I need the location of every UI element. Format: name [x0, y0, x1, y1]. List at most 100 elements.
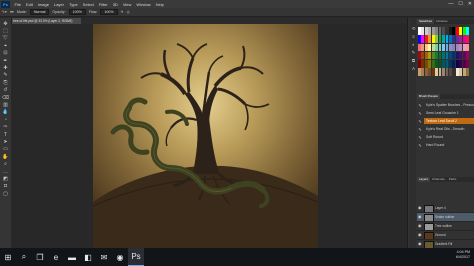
swatch[interactable] [459, 43, 463, 52]
swatch[interactable] [431, 27, 435, 35]
path-select-icon[interactable]: ➤ [2, 139, 9, 145]
swatch[interactable] [442, 51, 445, 60]
swatch[interactable] [421, 51, 425, 60]
tab-layers[interactable]: Layers [417, 177, 431, 182]
layer-row[interactable]: ◉ Layer 4 [417, 204, 474, 213]
swatch[interactable] [452, 27, 456, 35]
menu-select[interactable]: Select [80, 2, 96, 7]
swatch[interactable] [448, 43, 452, 52]
history-panel-icon[interactable]: ⟲ [411, 26, 416, 31]
swatch[interactable] [435, 68, 439, 76]
minimize-button[interactable]: — [448, 1, 453, 7]
menu-image[interactable]: Image [35, 2, 51, 7]
swatch[interactable] [418, 68, 421, 76]
swatch[interactable] [452, 68, 456, 76]
swatch[interactable] [445, 60, 449, 68]
type-icon[interactable]: T [2, 132, 9, 138]
swatch[interactable] [424, 35, 428, 43]
canvas-artwork[interactable] [93, 24, 318, 252]
brush-panel-icon[interactable]: ✎ [411, 50, 416, 55]
swatch[interactable] [445, 51, 449, 60]
zoom-icon[interactable]: ⌕ [2, 161, 9, 167]
swatch[interactable] [462, 35, 466, 43]
swatch[interactable] [445, 27, 449, 35]
swatch[interactable] [462, 51, 466, 60]
brush-tool-preset-icon[interactable]: ✎▾ [2, 10, 7, 14]
swatch[interactable] [418, 27, 421, 35]
swatch[interactable] [445, 35, 449, 43]
healing-icon[interactable]: ✚ [2, 65, 9, 71]
maximize-button[interactable]: ☐ [458, 1, 462, 7]
marquee-icon[interactable]: ⬚ [2, 28, 9, 34]
properties-panel-icon[interactable]: ≡ [411, 34, 416, 39]
swatch[interactable] [445, 43, 449, 52]
swatch[interactable] [442, 68, 445, 76]
tab-paths[interactable]: Paths [447, 177, 459, 182]
swatch[interactable] [424, 60, 428, 68]
brush-preset-item[interactable]: Kyle's Real Oils - Smooth [424, 126, 474, 132]
eye-icon[interactable]: ◉ [418, 222, 422, 230]
swatch[interactable] [459, 60, 463, 68]
swatch[interactable] [431, 51, 435, 60]
mail-icon[interactable]: ✉ [96, 248, 112, 266]
brush-icon[interactable]: ✎ [2, 72, 9, 78]
brush-preset-item[interactable]: Texture Leaf Scroll 2 [424, 118, 474, 124]
swatch[interactable] [448, 68, 452, 76]
swatch[interactable] [435, 35, 439, 43]
layer-row[interactable]: ◉ Tree outline [417, 222, 474, 231]
mode-select[interactable]: Normal [29, 9, 50, 15]
photoshop-icon[interactable]: Ps [128, 248, 144, 266]
tab-libraries[interactable]: Libraries [434, 19, 450, 24]
flow-field[interactable]: 100% [100, 9, 118, 15]
swatch[interactable] [424, 27, 428, 35]
swatch[interactable] [428, 68, 432, 76]
tab-channels[interactable]: Channels [430, 177, 447, 182]
stamp-icon[interactable]: ⎘ [2, 80, 9, 86]
swatch[interactable] [455, 60, 459, 68]
search-icon[interactable]: ⌕ [16, 248, 32, 266]
swatch[interactable] [455, 68, 459, 76]
swatch[interactable] [435, 27, 439, 35]
eyedropper-icon[interactable]: ✒ [2, 58, 9, 64]
clock-date[interactable]: 6/4/2017 [456, 255, 470, 260]
swatch[interactable] [424, 68, 428, 76]
pressure-icon[interactable]: ◎ [127, 10, 130, 14]
swatch[interactable] [421, 60, 425, 68]
pen-icon[interactable]: ✑ [2, 124, 9, 130]
swatch[interactable] [452, 60, 456, 68]
quick-mask-icon[interactable]: ◘ [2, 183, 9, 189]
brush-preset-item[interactable]: Semi Leaf Gouache 1 [424, 110, 474, 116]
swatch[interactable] [424, 51, 428, 60]
quick-select-icon[interactable]: ⌖ [2, 43, 9, 49]
layer-row[interactable]: ◉ Snake outline [417, 213, 474, 222]
folder-icon[interactable]: ▬ [64, 248, 80, 266]
swatch[interactable] [418, 43, 421, 52]
swatch[interactable] [435, 43, 439, 52]
history-brush-icon[interactable]: ↺ [2, 87, 9, 93]
menu-edit[interactable]: Edit [23, 2, 35, 7]
swatch[interactable] [466, 68, 469, 76]
blur-icon[interactable]: 💧 [2, 109, 9, 115]
menu-type[interactable]: Type [67, 2, 81, 7]
swatch[interactable] [438, 27, 442, 35]
hand-icon[interactable]: ✋ [2, 154, 9, 160]
color-fg-bg-icon[interactable]: ◩ [2, 176, 9, 182]
swatch[interactable] [459, 68, 463, 76]
more-icon[interactable]: … [2, 169, 9, 175]
swatch[interactable] [455, 43, 459, 52]
swatch[interactable] [428, 35, 432, 43]
swatch[interactable] [421, 68, 425, 76]
swatch[interactable] [452, 43, 456, 52]
tab-swatches[interactable]: Swatches [417, 19, 435, 24]
swatch[interactable] [431, 60, 435, 68]
swatch[interactable] [448, 27, 452, 35]
swatch[interactable] [428, 51, 432, 60]
swatch[interactable] [452, 35, 456, 43]
lasso-icon[interactable]: ➰ [2, 35, 9, 41]
swatch[interactable] [459, 27, 463, 35]
menu-help[interactable]: Help [153, 2, 166, 7]
swatch[interactable] [435, 60, 439, 68]
swatch[interactable] [462, 43, 466, 52]
swatch[interactable] [455, 27, 459, 35]
swatch[interactable] [431, 43, 435, 52]
